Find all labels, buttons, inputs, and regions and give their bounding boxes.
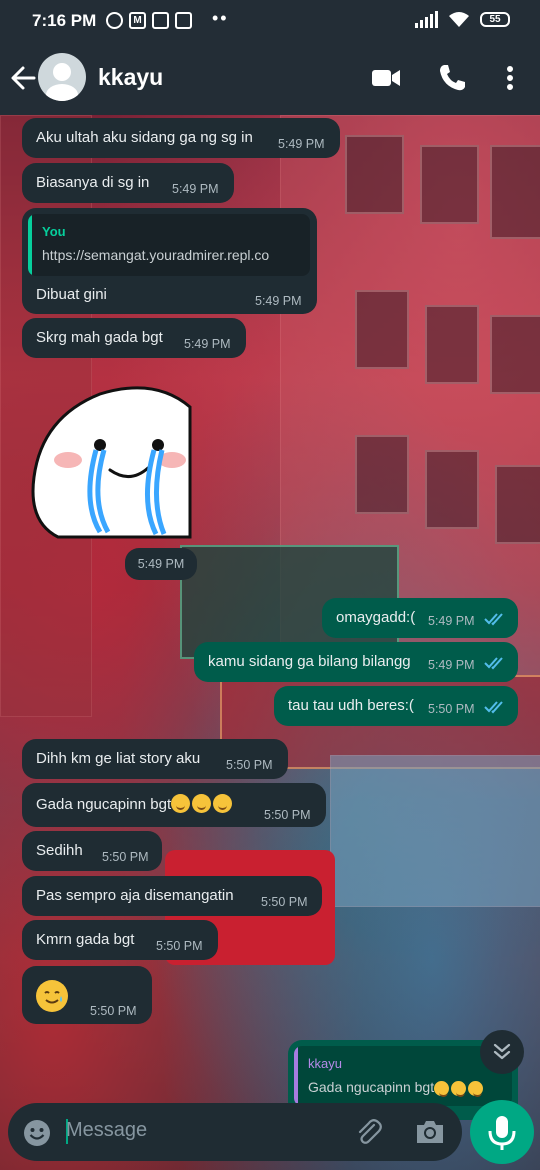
voice-message-button[interactable] bbox=[470, 1100, 534, 1164]
microphone-icon bbox=[488, 1116, 516, 1150]
message-incoming[interactable]: Kmrn gada bgt 5:50 PM bbox=[22, 920, 218, 960]
message-text: tau tau udh beres:( bbox=[288, 697, 414, 714]
message-text: Kmrn gada bgt bbox=[36, 931, 135, 948]
quote-text: https://semangat.youradmirer.repl.co bbox=[42, 247, 270, 263]
message-time: 5:50 PM bbox=[156, 939, 203, 953]
video-call-icon[interactable] bbox=[370, 62, 402, 94]
quoted-message[interactable]: You https://semangat.youradmirer.repl.co bbox=[28, 214, 310, 276]
emoji-icon[interactable] bbox=[22, 1118, 52, 1148]
camera-icon[interactable] bbox=[414, 1117, 446, 1147]
smiling-tear-emoji bbox=[171, 794, 191, 813]
message-time: 5:50 PM bbox=[261, 895, 308, 909]
message-incoming[interactable]: Pas sempro aja disemangatin 5:50 PM bbox=[22, 876, 322, 916]
attach-icon[interactable] bbox=[352, 1116, 384, 1148]
message-text: Dibuat gini bbox=[36, 286, 107, 303]
contact-name[interactable]: kkayu bbox=[98, 64, 163, 91]
app-icon bbox=[152, 12, 169, 29]
battery-icon: 55 bbox=[480, 12, 510, 27]
message-time: 5:50 PM bbox=[264, 808, 311, 822]
message-text: Skrg mah gada bgt bbox=[36, 329, 163, 346]
scroll-to-bottom-button[interactable] bbox=[480, 1030, 524, 1074]
message-time: 5:49 PM bbox=[184, 337, 231, 351]
quote-author: You bbox=[42, 224, 66, 239]
message-text: Biasanya di sg in bbox=[36, 174, 150, 191]
message-incoming[interactable]: Dihh km ge liat story aku 5:50 PM bbox=[22, 739, 288, 779]
smiling-tear-emoji bbox=[36, 980, 68, 1012]
smiling-tear-emoji bbox=[192, 794, 212, 813]
message-outgoing[interactable]: omaygadd:( 5:49 PM bbox=[322, 598, 518, 638]
message-time: 5:50 PM bbox=[90, 1004, 137, 1018]
message-incoming-emoji[interactable]: 5:50 PM bbox=[22, 966, 152, 1024]
message-time: 5:50 PM bbox=[428, 702, 475, 716]
message-incoming[interactable]: Gada ngucapinn bgt 5:50 PM bbox=[22, 783, 326, 827]
quote-bar bbox=[28, 214, 32, 276]
status-bar: 7:16 PM M •• 55 bbox=[0, 0, 540, 40]
avatar[interactable] bbox=[38, 53, 86, 101]
message-text: omaygadd:( bbox=[336, 609, 416, 626]
message-text: Pas sempro aja disemangatin bbox=[36, 887, 234, 904]
message-text: Dihh km ge liat story aku bbox=[36, 750, 201, 767]
message-composer: Message bbox=[8, 1103, 462, 1161]
quote-bar bbox=[294, 1046, 298, 1106]
message-incoming[interactable]: Biasanya di sg in 5:49 PM bbox=[22, 163, 234, 203]
message-outgoing[interactable]: tau tau udh beres:( 5:50 PM bbox=[274, 686, 518, 726]
message-time: 5:49 PM bbox=[172, 182, 219, 196]
quote-author: kkayu bbox=[308, 1056, 342, 1071]
message-incoming[interactable]: Sedihh 5:50 PM bbox=[22, 831, 162, 871]
alarm-icon bbox=[106, 12, 123, 29]
message-incoming[interactable]: Aku ultah aku sidang ga ng sg in 5:49 PM bbox=[22, 118, 340, 158]
smiling-tear-emoji bbox=[468, 1081, 484, 1097]
signal-icon bbox=[415, 11, 438, 28]
quote-text-wrap: Gada ngucapinn bgt bbox=[308, 1079, 485, 1097]
message-text: Sedihh bbox=[36, 842, 83, 859]
sticker-time: 5:49 PM bbox=[125, 548, 197, 580]
double-chevron-down-icon bbox=[493, 1043, 511, 1060]
smiling-tear-emoji bbox=[451, 1081, 467, 1097]
more-notifications-icon: •• bbox=[212, 8, 229, 28]
status-time: 7:16 PM bbox=[32, 11, 97, 30]
more-icon[interactable] bbox=[494, 62, 526, 94]
message-text-wrap: Gada ngucapinn bgt bbox=[36, 794, 234, 813]
gmail-icon: M bbox=[129, 12, 146, 29]
photo-icon bbox=[175, 12, 192, 29]
message-incoming[interactable]: Skrg mah gada bgt 5:49 PM bbox=[22, 318, 246, 358]
smiling-tear-emoji bbox=[434, 1081, 450, 1097]
quote-text: Gada ngucapinn bgt bbox=[308, 1079, 435, 1095]
back-arrow-icon[interactable] bbox=[8, 60, 38, 96]
chat-header: kkayu bbox=[0, 40, 540, 115]
message-time: 5:49 PM bbox=[428, 658, 475, 672]
message-time: 5:50 PM bbox=[102, 850, 149, 864]
message-time: 5:50 PM bbox=[226, 758, 273, 772]
message-input[interactable]: Message bbox=[66, 1119, 147, 1142]
battery-level: 55 bbox=[489, 14, 501, 25]
message-outgoing[interactable]: kamu sidang ga bilang bilangg 5:49 PM bbox=[194, 642, 518, 682]
message-text: kamu sidang ga bilang bilangg bbox=[208, 653, 411, 670]
message-time: 5:49 PM bbox=[255, 294, 302, 308]
wifi-icon bbox=[449, 12, 469, 27]
message-time: 5:49 PM bbox=[278, 137, 325, 151]
read-ticks-icon bbox=[484, 701, 503, 714]
message-text: Gada ngucapinn bgt bbox=[36, 796, 172, 813]
message-time: 5:49 PM bbox=[428, 614, 475, 628]
phone-icon[interactable] bbox=[436, 62, 468, 94]
smiling-tear-emoji bbox=[213, 794, 233, 813]
read-ticks-icon bbox=[484, 613, 503, 626]
message-text: Aku ultah aku sidang ga ng sg in bbox=[36, 129, 253, 146]
sticker-crying-blob[interactable] bbox=[30, 382, 192, 542]
read-ticks-icon bbox=[484, 657, 503, 670]
message-incoming-reply[interactable]: You https://semangat.youradmirer.repl.co… bbox=[22, 208, 317, 314]
